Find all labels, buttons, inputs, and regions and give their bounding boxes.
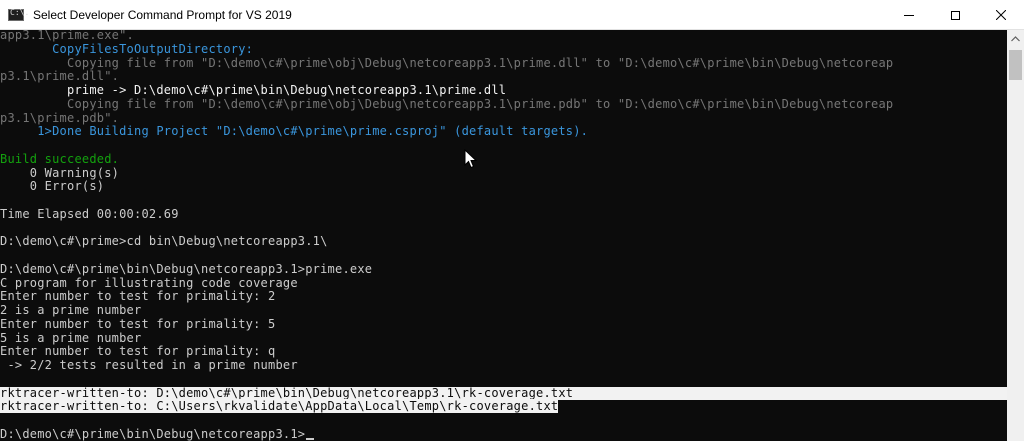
minimize-button[interactable]	[886, 0, 932, 30]
console-line: Enter number to test for primality: 5	[0, 316, 276, 331]
text-cursor	[306, 437, 315, 440]
console-line: D:\demo\c#\prime>cd bin\Debug\netcoreapp…	[0, 234, 328, 249]
console-line: 1>Done Building Project "D:\demo\c#\prim…	[0, 124, 589, 139]
console-window: C:\. Select Developer Command Prompt for…	[0, 0, 1024, 441]
console-line: 5 is a prime number	[0, 330, 142, 345]
selected-line: rktracer-written-to: C:\Users\rkvalidate…	[0, 399, 559, 414]
scroll-thumb[interactable]	[1009, 50, 1022, 80]
minimize-icon	[904, 14, 914, 16]
selected-line: rktracer-written-to: D:\demo\c#\prime\bi…	[0, 386, 1007, 401]
close-icon	[996, 10, 1006, 20]
cmd-prompt-icon-text: C:\.	[10, 8, 30, 17]
console-line: C program for illustrating code coverage	[0, 275, 298, 290]
console-line: prime -> D:\demo\c#\prime\bin\Debug\netc…	[0, 83, 507, 97]
maximize-button[interactable]	[932, 0, 978, 30]
console-line: Copying file from "D:\demo\c#\prime\obj\…	[0, 96, 894, 111]
maximize-icon	[950, 10, 960, 20]
console-line: 0 Warning(s)	[0, 165, 120, 180]
cmd-prompt-icon[interactable]: C:\.	[8, 8, 29, 21]
console-line: 0 Error(s)	[0, 179, 105, 194]
vertical-scrollbar[interactable]	[1007, 30, 1024, 441]
close-button[interactable]	[978, 0, 1024, 30]
prompt-line[interactable]: D:\demo\c#\prime\bin\Debug\netcoreapp3.1…	[0, 426, 1007, 441]
console-line: Copying file from "D:\demo\c#\prime\obj\…	[0, 55, 894, 70]
console-output[interactable]: app3.1\prime.exe". CopyFilesToOutputDire…	[0, 30, 1007, 441]
window-title: Select Developer Command Prompt for VS 2…	[33, 8, 292, 22]
console-line: 2 is a prime number	[0, 303, 142, 317]
mouse-pointer-icon	[464, 149, 478, 169]
console-line: p3.1\prime.pdb".	[0, 110, 120, 125]
scroll-up-button[interactable]	[1007, 30, 1024, 47]
chevron-up-icon	[1011, 35, 1020, 41]
console-line: app3.1\prime.exe".	[0, 30, 135, 42]
console-line: Time Elapsed 00:00:02.69	[0, 206, 179, 221]
build-status-line: Build succeeded.	[0, 151, 120, 166]
console-line: Enter number to test for primality: q	[0, 344, 276, 359]
console-line: -> 2/2 tests resulted in a prime number	[0, 358, 298, 372]
title-bar[interactable]: C:\. Select Developer Command Prompt for…	[0, 0, 1024, 30]
console-lines: app3.1\prime.exe". CopyFilesToOutputDire…	[0, 30, 1007, 441]
console-line: D:\demo\c#\prime\bin\Debug\netcoreapp3.1…	[0, 261, 373, 276]
console-line: p3.1\prime.dll".	[0, 69, 120, 84]
console-line: Enter number to test for primality: 2	[0, 289, 276, 304]
console-line: CopyFilesToOutputDirectory:	[0, 41, 254, 56]
prompt-text: D:\demo\c#\prime\bin\Debug\netcoreapp3.1…	[0, 426, 306, 441]
